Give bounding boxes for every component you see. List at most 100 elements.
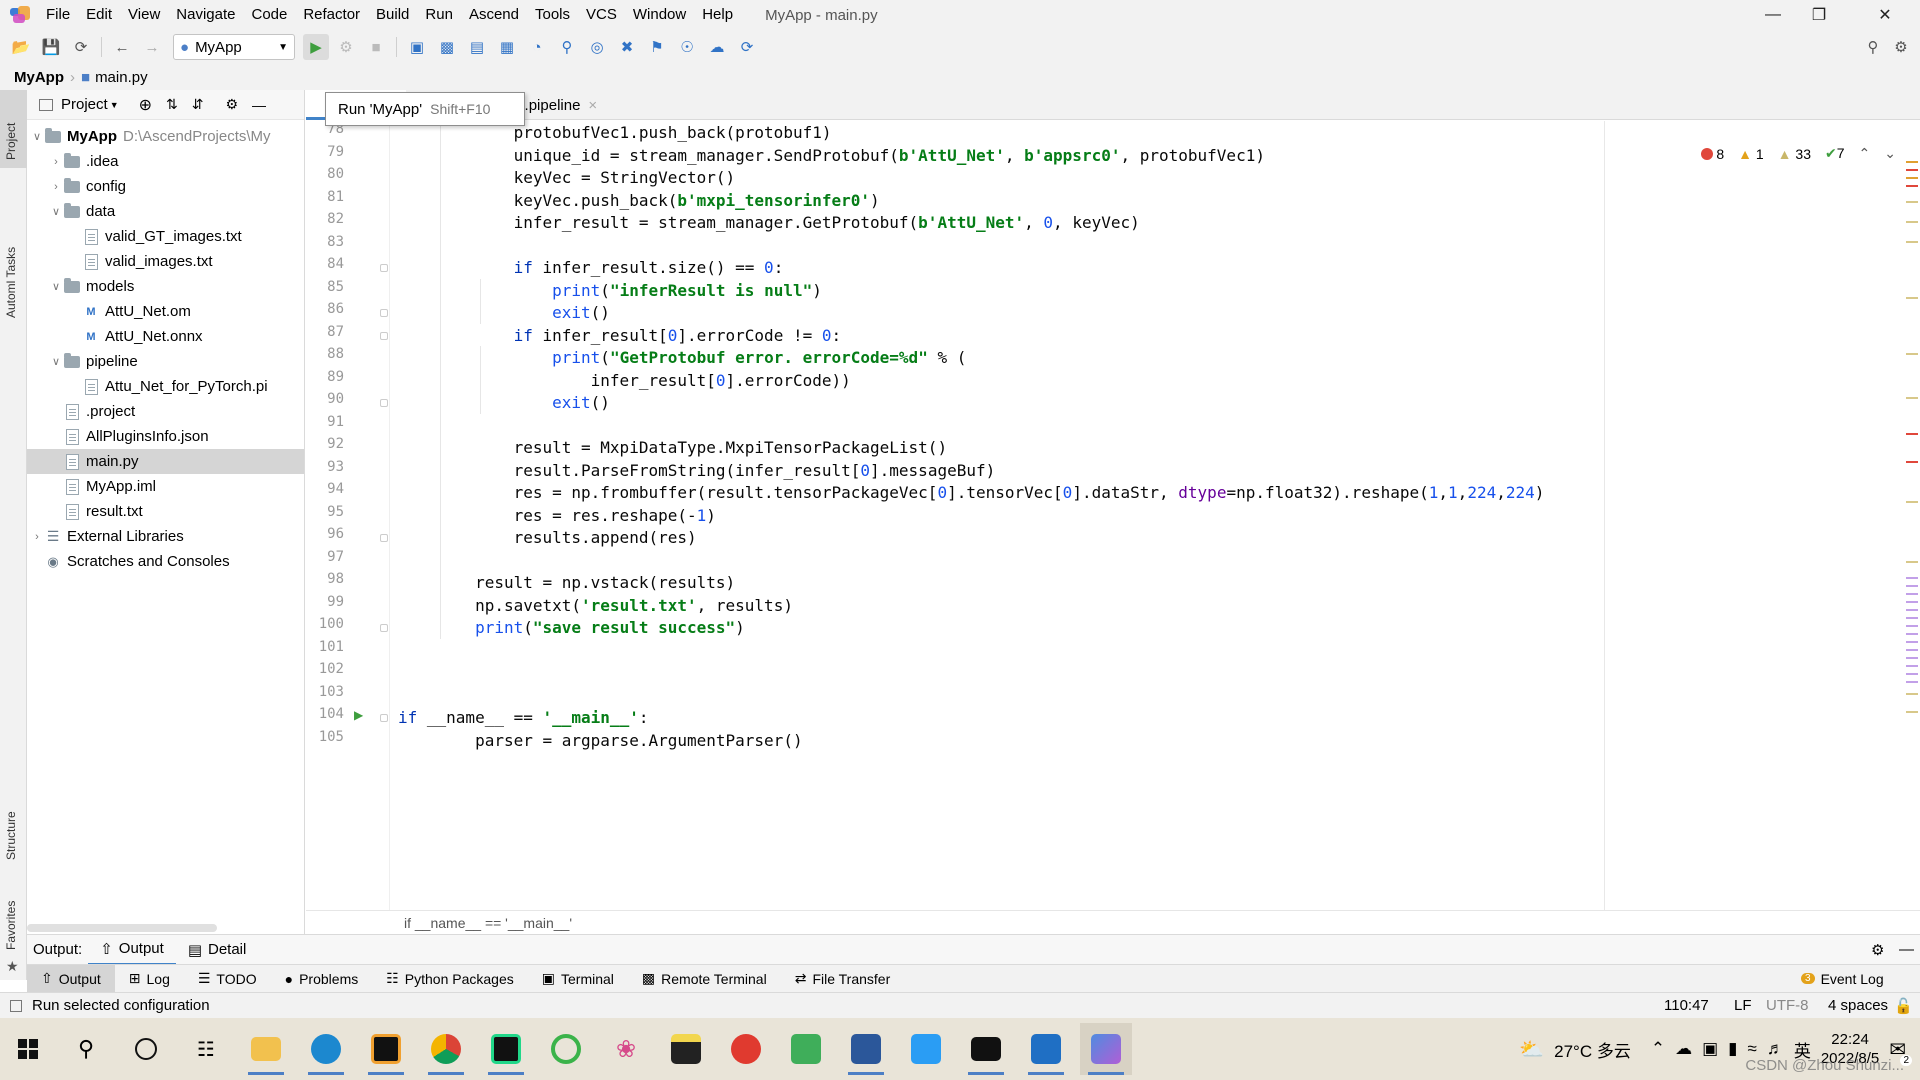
sync-icon[interactable]: ⟳ xyxy=(68,34,94,60)
fold-marker-icon[interactable] xyxy=(380,399,388,407)
indent-setting[interactable]: 4 spaces xyxy=(1828,997,1888,1014)
sticky-notes-icon[interactable] xyxy=(660,1023,712,1075)
chevron-down-icon[interactable]: ∨ xyxy=(29,130,45,143)
ascend-tools-icon[interactable]: ✖ xyxy=(614,34,640,60)
stripe-mark[interactable] xyxy=(1906,601,1918,603)
chevron-right-icon[interactable]: › xyxy=(29,531,45,543)
stripe-mark[interactable] xyxy=(1906,649,1918,651)
typo-count[interactable]: ✔7 xyxy=(1825,145,1845,162)
stripe-mark[interactable] xyxy=(1906,577,1918,579)
back-arrow-icon[interactable]: ← xyxy=(109,34,135,60)
stripe-mark[interactable] xyxy=(1906,625,1918,627)
detail-subtab[interactable]: ▤ Detail xyxy=(176,935,259,965)
event-log-tool-tab[interactable]: 3 Event Log xyxy=(1787,965,1898,993)
stripe-mark[interactable] xyxy=(1906,711,1918,713)
word-icon[interactable] xyxy=(840,1023,892,1075)
tree-node[interactable]: AllPluginsInfo.json xyxy=(27,424,304,449)
stripe-mark[interactable] xyxy=(1906,221,1918,223)
tree-node[interactable]: ∨ data xyxy=(27,199,304,224)
menu-run[interactable]: Run xyxy=(417,0,461,30)
stripe-mark[interactable] xyxy=(1906,201,1918,203)
cloud-icon[interactable]: ☁ xyxy=(1675,1039,1692,1059)
mindstudio-icon[interactable] xyxy=(1080,1023,1132,1075)
search-everywhere-icon[interactable]: ⚲ xyxy=(1860,34,1886,60)
ascend-inspect-icon[interactable]: ⚲ xyxy=(554,34,580,60)
tree-node[interactable]: valid_images.txt xyxy=(27,249,304,274)
stripe-mark[interactable] xyxy=(1906,657,1918,659)
restore-button[interactable]: ❐ xyxy=(1796,0,1842,30)
horizontal-scrollbar[interactable] xyxy=(27,924,217,932)
output-hide-icon[interactable]: — xyxy=(1899,941,1914,958)
ascend-profile-icon[interactable]: ◔ xyxy=(524,34,550,60)
lock-icon[interactable]: 🔓 xyxy=(1894,997,1913,1015)
tree-node[interactable]: M AttU_Net.om xyxy=(27,299,304,324)
chevron-down-icon[interactable]: ∨ xyxy=(48,355,64,368)
welink-icon[interactable] xyxy=(900,1023,952,1075)
menu-vcs[interactable]: VCS xyxy=(578,0,625,30)
ascend-search-icon[interactable]: ◎ xyxy=(584,34,610,60)
edge-browser-icon[interactable] xyxy=(300,1023,352,1075)
command-prompt-icon[interactable] xyxy=(960,1023,1012,1075)
close-tab-icon[interactable]: × xyxy=(588,97,597,114)
weak-warning-count[interactable]: ▲ 33 xyxy=(1778,146,1811,162)
previous-highlight-icon[interactable]: ⌃ xyxy=(1859,145,1871,162)
chevron-right-icon[interactable]: › xyxy=(48,181,64,193)
tree-node[interactable]: result.txt xyxy=(27,499,304,524)
todo-tool-tab[interactable]: ☰ TODO xyxy=(184,965,271,993)
file-explorer-icon[interactable] xyxy=(240,1023,292,1075)
menu-view[interactable]: View xyxy=(120,0,168,30)
stripe-mark[interactable] xyxy=(1906,641,1918,643)
weather-text[interactable]: 27°C 多云 xyxy=(1554,1037,1631,1062)
inspection-widget[interactable]: 8 ▲ 1 ▲ 33 ✔7 ⌃ ⌄ xyxy=(1701,145,1896,162)
tree-node[interactable]: ∨ pipeline xyxy=(27,349,304,374)
chevron-down-icon[interactable]: ▼ xyxy=(110,100,119,110)
stripe-mark[interactable] xyxy=(1906,501,1918,503)
ascend-tree-icon[interactable]: ☉ xyxy=(674,34,700,60)
code-line[interactable]: parser = argparse.ArgumentParser() xyxy=(398,727,803,754)
menu-navigate[interactable]: Navigate xyxy=(168,0,243,30)
menu-edit[interactable]: Edit xyxy=(78,0,120,30)
forward-arrow-icon[interactable]: → xyxy=(139,34,165,60)
tree-node[interactable]: ◉ Scratches and Consoles xyxy=(27,549,304,574)
breadcrumb-project[interactable]: MyApp xyxy=(14,69,64,86)
ascend-model-icon[interactable]: ▣ xyxy=(404,34,430,60)
stripe-mark[interactable] xyxy=(1906,673,1918,675)
menu-build[interactable]: Build xyxy=(368,0,417,30)
fold-marker-icon[interactable] xyxy=(380,309,388,317)
stripe-mark[interactable] xyxy=(1906,665,1918,667)
code-line[interactable]: infer_result = stream_manager.GetProtobu… xyxy=(398,209,1140,236)
wifi-icon[interactable]: ≈ xyxy=(1748,1039,1757,1059)
project-tool-tab[interactable]: Project xyxy=(4,123,18,160)
tree-node[interactable]: main.py xyxy=(27,449,304,474)
close-window-button[interactable]: ✕ xyxy=(1862,0,1908,30)
debug-icon[interactable]: ⚙ xyxy=(333,34,359,60)
menu-window[interactable]: Window xyxy=(625,0,694,30)
network-app-icon[interactable]: ❀ xyxy=(600,1023,652,1075)
photos-icon[interactable] xyxy=(1020,1023,1072,1075)
tree-node[interactable]: Attu_Net_for_PyTorch.pi xyxy=(27,374,304,399)
tree-node[interactable]: .project xyxy=(27,399,304,424)
breadcrumb-file[interactable]: main.py xyxy=(95,69,148,86)
run-icon[interactable]: ▶ xyxy=(303,34,329,60)
code-breadcrumb[interactable]: if __name__ == '__main__' xyxy=(306,910,1920,934)
fold-marker-icon[interactable] xyxy=(380,534,388,542)
warning-count[interactable]: ▲ 1 xyxy=(1738,146,1764,162)
status-toggle-icon[interactable] xyxy=(10,999,22,1012)
ascend-convert-icon[interactable]: ▩ xyxy=(434,34,460,60)
error-count[interactable]: 8 xyxy=(1701,146,1724,162)
panel-settings-icon[interactable]: ⚙ xyxy=(225,96,238,113)
menu-ascend[interactable]: Ascend xyxy=(461,0,527,30)
stripe-mark[interactable] xyxy=(1906,585,1918,587)
stripe-mark[interactable] xyxy=(1906,185,1918,187)
tree-node[interactable]: ∨ MyApp D:\AscendProjects\My xyxy=(27,124,304,149)
ascend-refresh-icon[interactable]: ⟳ xyxy=(734,34,760,60)
code-line[interactable]: exit() xyxy=(398,389,610,416)
stripe-mark[interactable] xyxy=(1906,609,1918,611)
save-all-icon[interactable]: 💾 xyxy=(38,34,64,60)
search-icon[interactable]: ⚲ xyxy=(60,1023,112,1075)
tree-node[interactable]: › .idea xyxy=(27,149,304,174)
output-subtab[interactable]: ⇧ Output xyxy=(88,935,176,965)
ascend-deploy-icon[interactable]: ▤ xyxy=(464,34,490,60)
automl-tool-tab[interactable]: Automl Tasks xyxy=(4,247,18,318)
locate-file-icon[interactable]: ⊕ xyxy=(139,95,152,115)
